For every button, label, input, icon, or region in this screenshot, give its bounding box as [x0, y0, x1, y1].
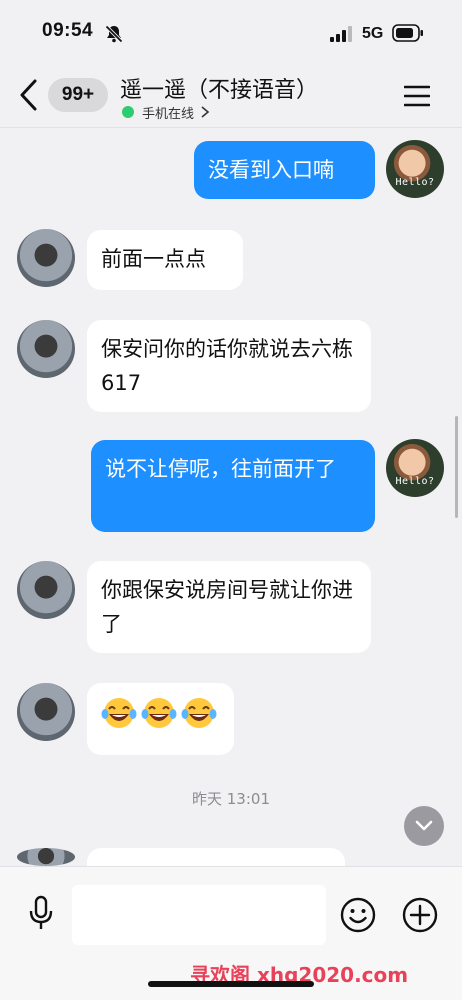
chat-header: 99+ 遥一遥（不接语音） 手机在线: [0, 64, 462, 128]
input-bar: 寻欢阁 xhg2020.com: [0, 866, 462, 1000]
contact-avatar[interactable]: [17, 848, 75, 866]
chevron-right-icon: [201, 106, 210, 118]
emoji-row: [101, 695, 220, 731]
message-bubble-incoming[interactable]: 你跟保安说房间号就让你进了: [87, 561, 371, 653]
microphone-icon[interactable]: [28, 895, 54, 931]
contact-avatar[interactable]: [17, 229, 75, 287]
contact-avatar[interactable]: [17, 320, 75, 378]
status-bar: 09:54 5G: [0, 0, 462, 64]
contact-avatar[interactable]: [17, 561, 75, 619]
online-dot: [122, 106, 134, 118]
message-text: 保安问你的话你就说去六栋 617: [101, 337, 353, 395]
message-bubble-incoming[interactable]: 保安问你的话你就说去六栋 617: [87, 320, 371, 412]
message-bubble-incoming[interactable]: 前面一点点: [87, 230, 243, 290]
menu-icon[interactable]: [404, 84, 430, 108]
scrollbar[interactable]: [455, 416, 458, 518]
home-indicator[interactable]: [148, 981, 314, 987]
avatar-caption: Hello?: [395, 177, 435, 188]
bell-slash-icon: [105, 25, 123, 43]
message-timestamp: 昨天 13:01: [192, 790, 270, 808]
status-time: 09:54: [42, 20, 94, 41]
message-bubble-outgoing[interactable]: 说不让停呢，往前面开了: [91, 440, 375, 532]
plus-circle-icon[interactable]: [402, 897, 438, 933]
message-bubble-outgoing[interactable]: 没看到入口喃: [194, 141, 375, 199]
unread-count-badge[interactable]: 99+: [48, 78, 108, 112]
battery-icon: [392, 24, 423, 42]
chevron-down-icon: [415, 820, 433, 831]
my-avatar[interactable]: Hello?: [386, 140, 444, 198]
header-divider: [0, 127, 462, 128]
face-with-tears-of-joy-icon: [101, 698, 137, 728]
message-bubble-incoming[interactable]: [87, 683, 234, 755]
message-text: 说不让停呢，往前面开了: [105, 457, 336, 481]
message-text: 你跟保安说房间号就让你进了: [101, 578, 353, 636]
message-input[interactable]: [72, 885, 326, 945]
avatar-caption: Hello?: [395, 476, 435, 487]
contact-avatar[interactable]: [17, 683, 75, 741]
scroll-to-bottom-button[interactable]: [404, 806, 444, 846]
chat-title[interactable]: 遥一遥（不接语音）: [120, 72, 318, 104]
signal-icon: [330, 26, 352, 42]
my-avatar[interactable]: Hello?: [386, 439, 444, 497]
face-with-tears-of-joy-icon: [141, 698, 177, 728]
message-text: 前面一点点: [101, 247, 206, 271]
network-type: 5G: [362, 25, 384, 42]
face-with-tears-of-joy-icon: [181, 698, 217, 728]
online-status[interactable]: 手机在线: [122, 102, 210, 122]
back-chevron-icon[interactable]: [18, 78, 40, 112]
online-status-text: 手机在线: [142, 106, 195, 122]
message-text: 没看到入口喃: [208, 158, 334, 182]
smiley-icon[interactable]: [340, 897, 376, 933]
message-bubble-incoming[interactable]: [87, 848, 345, 866]
